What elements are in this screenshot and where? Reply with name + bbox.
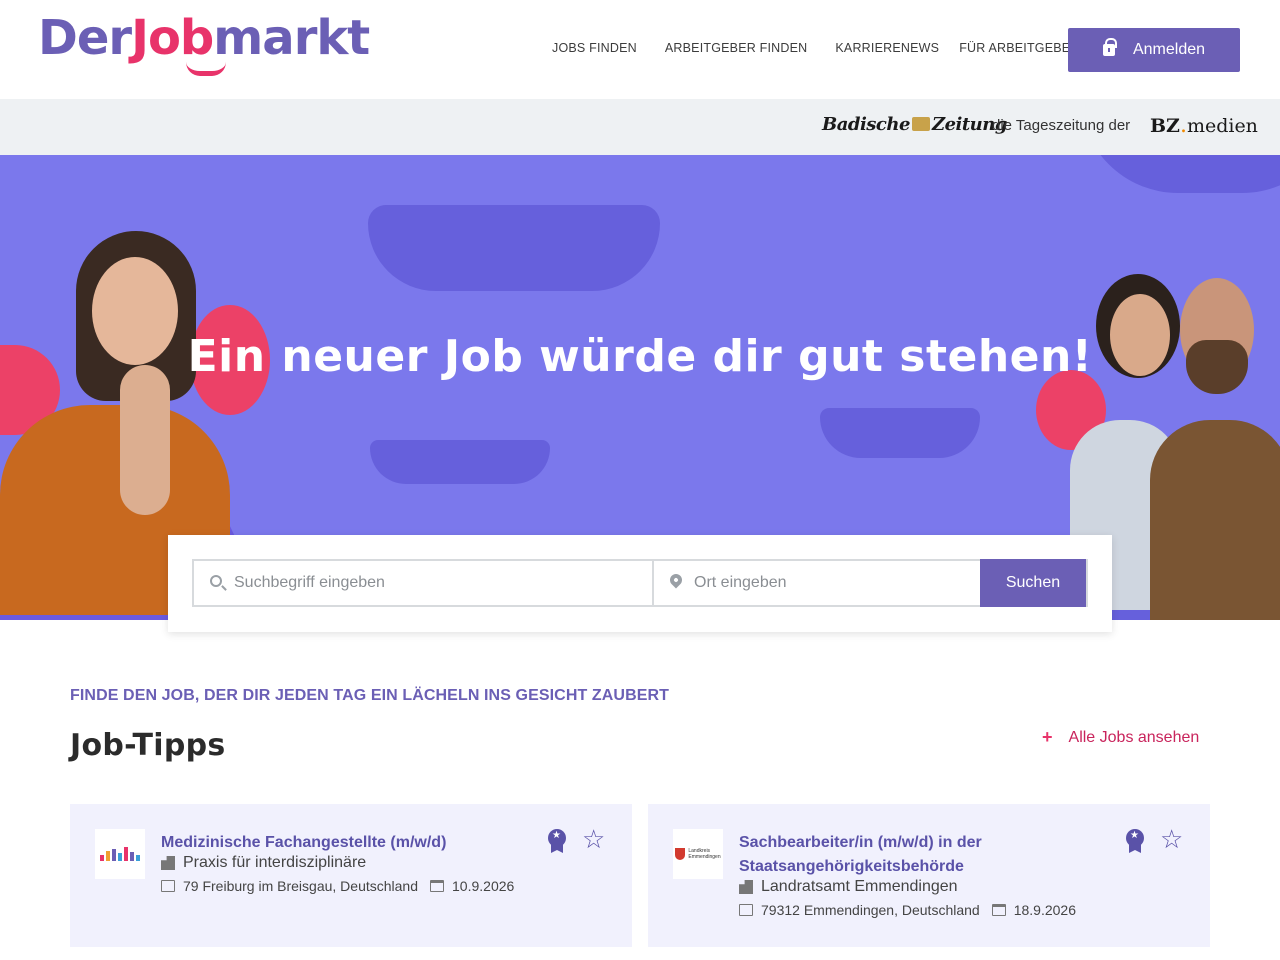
award-badge-icon [546,829,568,853]
search-icon [210,575,222,587]
decor-blob [1080,155,1280,193]
job-location: 79 Freiburg im Breisgau, Deutschland [183,878,419,894]
crest-icon [911,117,930,131]
logo-part-markt: markt [213,10,370,66]
job-location: 79312 Emmendingen, Deutschland [761,902,980,918]
company-logo-text: Landkreis Emmendingen [688,848,720,860]
award-badge-icon [1124,829,1146,853]
company-logo: Landkreis Emmendingen [673,829,723,879]
decor-blob [368,205,660,291]
all-jobs-link[interactable]: + Alle Jobs ansehen [1042,727,1199,748]
partner-tagline: die Tageszeitung der [992,117,1131,134]
keyword-field [194,561,654,605]
company-row: Landratsamt Emmendingen [739,878,958,896]
job-meta-row: 79312 Emmendingen, Deutschland 18.9.2026 [739,902,1076,918]
logo-part-job: Job [131,10,214,66]
star-outline-icon[interactable]: ☆ [582,826,605,852]
nav-jobs-finden[interactable]: JOBS FINDEN [552,41,637,55]
job-date: 10.9.2026 [452,878,515,894]
search-button[interactable]: Suchen [980,559,1086,607]
login-button[interactable]: Anmelden [1068,28,1240,72]
building-icon [739,880,753,894]
site-header: DerJobmarkt JOBS FINDEN ARBEITGEBER FIND… [0,0,1280,99]
nav-fuer-arbeitgeber-label: FÜR ARBEITGEBER [959,41,1080,55]
plus-icon: + [1042,727,1053,747]
section-eyebrow: FINDE DEN JOB, DER DIR JEDEN TAG EIN LÄC… [70,687,670,704]
person-body [1150,420,1280,620]
job-meta-row: 79 Freiburg im Breisgau, Deutschland 10.… [161,878,514,894]
nav-karrierenews[interactable]: KARRIERENEWS [835,41,939,55]
decor-blob [820,408,980,458]
section-title: Job-Tipps [70,728,226,763]
logo-text-line2: Emmendingen [688,854,721,860]
bz-medien-logo[interactable]: BZ.medien [1150,113,1258,138]
location-field [654,561,980,605]
company-name: Praxis für interdisziplinäre [183,854,367,871]
search-card: Suchen [168,535,1112,632]
nav-arbeitgeber-finden[interactable]: ARBEITGEBER FINDEN [665,41,808,55]
job-date: 18.9.2026 [1013,902,1076,918]
location-input[interactable] [694,574,980,592]
person-hand [120,365,170,515]
job-title[interactable]: Sachbearbeiter/in (m/w/d) in der Staatsa… [739,831,1099,879]
hero-title: Ein neuer Job würde dir gut stehen! [187,331,1093,382]
map-icon [161,880,175,892]
bzmedien-part1: BZ [1150,115,1180,137]
site-logo[interactable]: DerJobmarkt [38,10,370,66]
bz-logo-part1: Badische [822,114,910,135]
search-form: Suchen [192,559,1088,607]
all-jobs-label: Alle Jobs ansehen [1068,728,1200,746]
company-logo [95,829,145,879]
location-pin-icon [667,571,685,589]
map-icon [739,904,753,916]
building-icon [161,856,175,870]
company-name: Landratsamt Emmendingen [761,878,958,895]
partner-bar: Badische Zeitung die Tageszeitung der BZ.… [0,99,1280,155]
company-row: Praxis für interdisziplinäre [161,854,366,872]
crest-icon [675,848,686,860]
bzmedien-part2: medien [1186,115,1258,137]
job-title[interactable]: Medizinische Fachangestellte (m/w/d) [161,831,521,855]
bzmedien-dot: . [1179,113,1187,138]
logo-part-der: Der [38,10,132,66]
company-logo-mark [100,847,140,861]
lock-icon [1102,38,1117,56]
decor-blob [370,440,550,484]
job-card[interactable]: Medizinische Fachangestellte (m/w/d) Pra… [70,804,632,947]
main-nav: JOBS FINDEN ARBEITGEBER FINDEN KARRIEREN… [552,41,1091,55]
keyword-input[interactable] [234,574,652,592]
logo-smile-icon [186,62,226,76]
star-outline-icon[interactable]: ☆ [1160,826,1183,852]
calendar-icon [991,904,1006,916]
calendar-icon [430,880,445,892]
badische-zeitung-logo[interactable]: Badische Zeitung [822,114,1007,135]
job-card[interactable]: Landkreis Emmendingen Sachbearbeiter/in (… [648,804,1210,947]
login-button-label: Anmelden [1132,41,1206,58]
